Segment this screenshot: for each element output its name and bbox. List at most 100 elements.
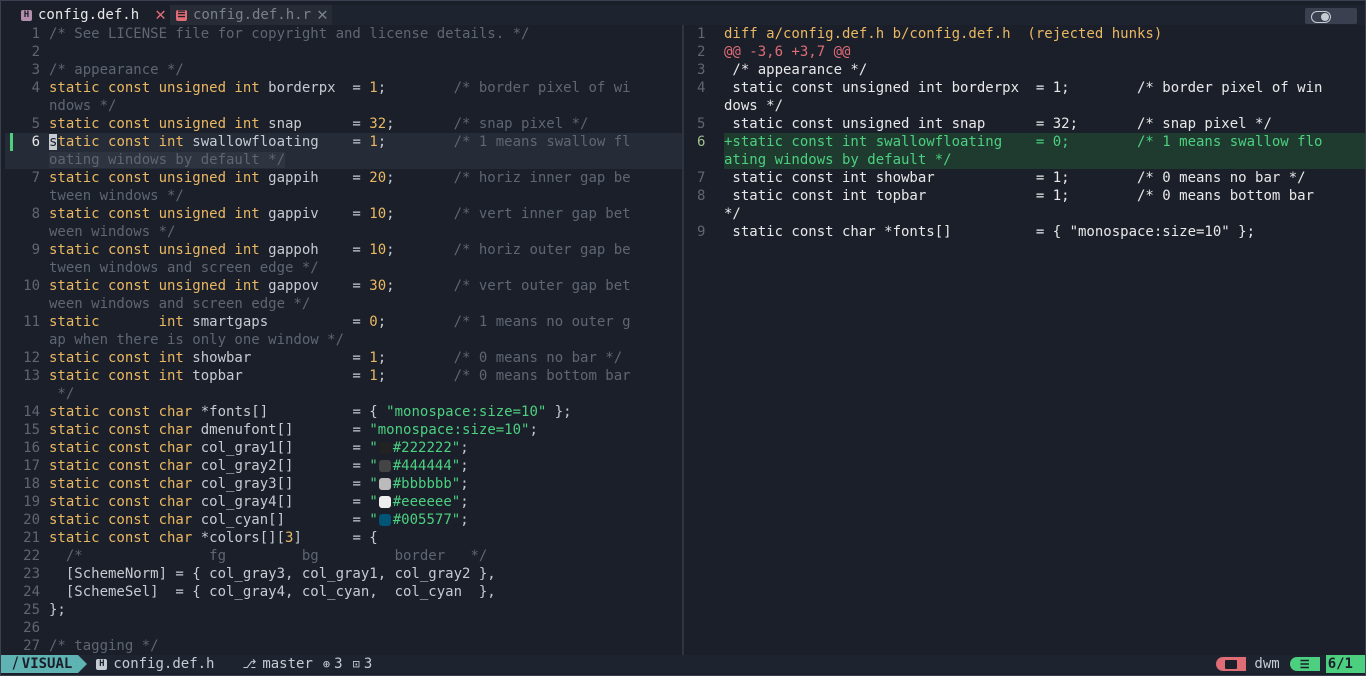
- code-token: 0: [369, 314, 378, 330]
- line-number: 4: [31, 80, 40, 96]
- diff-line[interactable]: */: [685, 205, 1365, 223]
- code-line[interactable]: */: [5, 385, 683, 403]
- code-token: static const char: [49, 440, 193, 456]
- code-line[interactable]: 1 /* See LICENSE file for copyright and l…: [5, 25, 683, 43]
- line-text: ween windows */: [49, 223, 683, 241]
- code-token: ;: [460, 458, 469, 474]
- line-number: 22: [23, 548, 40, 564]
- code-token: swallowfloating =: [183, 134, 370, 150]
- line-text: static int smartgaps = 0; /* 1 means no …: [49, 313, 683, 331]
- code-line[interactable]: 8 static const unsigned int gappiv = 10; …: [5, 205, 683, 223]
- line-number: [5, 97, 49, 115]
- tab-label: config.def.h: [38, 7, 140, 23]
- window-divider[interactable]: [682, 25, 684, 655]
- code-line[interactable]: 19 static const char col_gray4[] = " #eeee…: [5, 493, 683, 511]
- plus-circle-icon: ⊕: [322, 657, 331, 671]
- line-text: static const unsigned int borderpx = 1; …: [49, 79, 683, 97]
- code-token: ": [369, 458, 378, 474]
- line-text: tween windows */: [49, 187, 683, 205]
- tab-config-def-h[interactable]: H config.def.h ✕: [1, 5, 170, 25]
- code-token: borderpx =: [259, 80, 370, 96]
- diff-line[interactable]: 3 /* appearance */: [685, 61, 1365, 79]
- code-token: static const char: [49, 458, 193, 474]
- code-line[interactable]: 27 /* tagging */: [5, 637, 683, 655]
- diff-line[interactable]: 7 static const int showbar = 1; /* 0 mea…: [685, 169, 1365, 187]
- code-line[interactable]: ween windows */: [5, 223, 683, 241]
- code-line[interactable]: ween windows and screen edge */: [5, 295, 683, 313]
- code-line[interactable]: 9 static const unsigned int gappoh = 10; …: [5, 241, 683, 259]
- code-token: static const char: [49, 494, 193, 510]
- code-line[interactable]: 6 static const int swallowfloating = 1; /…: [5, 133, 683, 151]
- code-token: "monospace:size=10": [369, 422, 530, 438]
- diff-line[interactable]: 8 static const int topbar = 1; /* 0 mean…: [685, 187, 1365, 205]
- line-text: tween windows and screen edge */: [49, 259, 683, 277]
- code-line[interactable]: 23 [SchemeNorm] = { col_gray3, col_gray1…: [5, 565, 683, 583]
- git-modified: ⊡ 3: [353, 656, 373, 672]
- code-line[interactable]: 26: [5, 619, 683, 637]
- code-line[interactable]: 20 static const char col_cyan[] = " #00557…: [5, 511, 683, 529]
- line-number: 13: [23, 368, 40, 384]
- code-line[interactable]: 3 /* appearance */: [5, 61, 683, 79]
- line-number: 5: [697, 116, 706, 132]
- code-line[interactable]: 21 static const char *colors[][3] = {: [5, 529, 683, 547]
- toggle-switch[interactable]: [1305, 8, 1357, 24]
- modified-square-icon: ⊡: [352, 657, 360, 671]
- line-text: static const unsigned int gappoh = 10; /…: [49, 241, 683, 259]
- code-line[interactable]: 18 static const char col_gray3[] = " #bbbb…: [5, 475, 683, 493]
- code-line[interactable]: 12 static const int showbar = 1; /* 0 mea…: [5, 349, 683, 367]
- code-token: /* border pixel of wi: [453, 80, 631, 96]
- line-number: [5, 259, 49, 277]
- code-line[interactable]: ap when there is only one window */: [5, 331, 683, 349]
- code-line[interactable]: 22 /* fg bg border */: [5, 547, 683, 565]
- code-token: tween windows and screen edge */: [49, 260, 319, 276]
- code-line[interactable]: 11 static int smartgaps = 0; /* 1 means n…: [5, 313, 683, 331]
- code-token: ;: [377, 80, 454, 96]
- diff-line[interactable]: ating windows by default */: [685, 151, 1365, 169]
- diff-line[interactable]: 9 static const char *fonts[] = { "monosp…: [685, 223, 1365, 241]
- code-token: tatic const int: [57, 134, 184, 150]
- code-token: 32: [369, 116, 387, 132]
- code-token: 1: [369, 368, 378, 384]
- code-line[interactable]: 16 static const char col_gray1[] = " #2222…: [5, 439, 683, 457]
- diff-line[interactable]: 2 @@ -3,6 +3,7 @@: [685, 43, 1365, 61]
- code-line[interactable]: 14 static const char *fonts[] = { "monosp…: [5, 403, 683, 421]
- code-line[interactable]: 25};: [5, 601, 683, 619]
- color-swatch: [378, 496, 391, 508]
- line-text: ap when there is only one window */: [49, 331, 683, 349]
- code-token: static const unsigned int: [49, 116, 260, 132]
- code-line[interactable]: 17 static const char col_gray2[] = " #4444…: [5, 457, 683, 475]
- code-token: ;: [377, 350, 454, 366]
- code-token: ;: [377, 368, 454, 384]
- close-icon[interactable]: ✕: [155, 5, 166, 25]
- close-icon[interactable]: ✕: [317, 5, 328, 25]
- code-line[interactable]: 10 static const unsigned int gappov = 30;…: [5, 277, 683, 295]
- code-line[interactable]: tween windows */: [5, 187, 683, 205]
- line-number: [5, 295, 49, 313]
- diff-line[interactable]: dows */: [685, 97, 1365, 115]
- diff-line[interactable]: 5 static const unsigned int snap = 32; /…: [685, 115, 1365, 133]
- line-number: 21: [23, 530, 40, 546]
- diff-line[interactable]: 4 static const unsigned int borderpx = 1…: [685, 79, 1365, 97]
- code-line[interactable]: 15 static const char dmenufont[] = "monos…: [5, 421, 683, 439]
- line-number: 1: [697, 26, 706, 42]
- code-line[interactable]: 4 static const unsigned int borderpx = 1;…: [5, 79, 683, 97]
- code-line[interactable]: tween windows and screen edge */: [5, 259, 683, 277]
- diff-line[interactable]: 1 diff a/config.def.h b/config.def.h (rej…: [685, 25, 1365, 43]
- code-line[interactable]: ndows */: [5, 97, 683, 115]
- diff-text: static const char *fonts[] = { "monospac…: [724, 224, 1256, 240]
- code-line[interactable]: 5 static const unsigned int snap = 32; /*…: [5, 115, 683, 133]
- mode-label: VISUAL: [21, 656, 73, 672]
- right-editor-pane[interactable]: 1 diff a/config.def.h b/config.def.h (rej…: [685, 25, 1365, 655]
- code-line[interactable]: 2: [5, 43, 683, 61]
- code-token: static const unsigned int: [49, 170, 260, 186]
- code-line[interactable]: 24 [SchemeSel] = { col_gray4, col_cyan, …: [5, 583, 683, 601]
- code-line[interactable]: 13 static const int topbar = 1; /* 0 mean…: [5, 367, 683, 385]
- code-token: #444444": [392, 458, 461, 474]
- left-editor-pane[interactable]: 1 /* See LICENSE file for copyright and l…: [5, 25, 683, 655]
- line-text: static const unsigned int gappiv = 10; /…: [49, 205, 683, 223]
- code-line[interactable]: oating windows by default */: [5, 151, 683, 169]
- tab-config-def-h-r[interactable]: ☰ config.def.h.r ✕: [170, 5, 332, 25]
- diff-line[interactable]: 6 +static const int swallowfloating = 0; …: [685, 133, 1365, 151]
- code-line[interactable]: 7 static const unsigned int gappih = 20; …: [5, 169, 683, 187]
